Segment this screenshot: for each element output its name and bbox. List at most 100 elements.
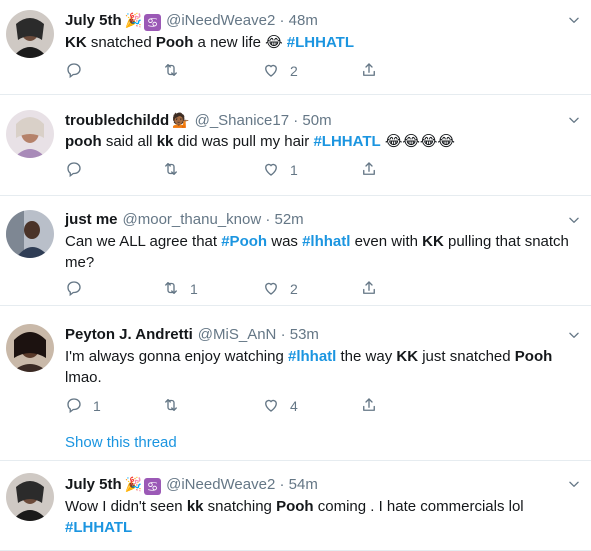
avatar[interactable] xyxy=(6,324,54,372)
share-button[interactable] xyxy=(360,61,378,81)
timestamp[interactable]: 50m xyxy=(302,112,331,129)
text-segment: did was pull my hair xyxy=(173,133,314,150)
zodiac-emoji: ♋ xyxy=(144,478,162,495)
username-handle[interactable]: @MiS_AnN xyxy=(198,326,277,343)
bold-term: Pooh xyxy=(155,34,194,51)
retweet-icon xyxy=(162,160,180,181)
tweet[interactable]: just me @moor_thanu_know · 52m Can we ALL … xyxy=(0,195,591,306)
bold-term: KK xyxy=(65,34,87,51)
chevron-down-icon[interactable] xyxy=(567,113,581,127)
hashtag-link[interactable]: #lhhatl xyxy=(288,348,336,365)
share-icon xyxy=(360,61,378,82)
text-segment: just snatched xyxy=(418,348,515,365)
retweet-icon xyxy=(162,279,180,300)
text-segment: Can we ALL agree that xyxy=(65,233,222,250)
timestamp[interactable]: 53m xyxy=(290,326,319,343)
chevron-down-icon[interactable] xyxy=(567,213,581,227)
tweet-text: I'm always gonna enjoy watching #lhhatl … xyxy=(65,346,571,388)
hashtag-link[interactable]: #lhhatl xyxy=(302,233,350,250)
bold-term: KK xyxy=(396,348,419,365)
hashtag-link[interactable]: #LHHATL xyxy=(287,34,354,51)
like-button[interactable]: 4 xyxy=(262,396,298,416)
like-button[interactable]: 2 xyxy=(262,279,298,299)
bold-term: KK xyxy=(422,233,444,250)
reply-button[interactable] xyxy=(65,61,83,81)
share-button[interactable] xyxy=(360,279,378,299)
avatar[interactable] xyxy=(6,110,54,158)
tweet-text: KK snatched Pooh a new life 😂 #LHHATL xyxy=(65,32,571,53)
share-button[interactable] xyxy=(360,160,378,180)
timestamp[interactable]: 54m xyxy=(289,476,318,493)
name-emoji: 🎉 xyxy=(124,476,143,492)
text-segment: was xyxy=(267,233,303,250)
chevron-down-icon[interactable] xyxy=(567,13,581,27)
avatar[interactable] xyxy=(6,10,54,58)
like-icon xyxy=(262,61,280,82)
username-handle[interactable]: @iNeedWeave2 xyxy=(166,12,275,29)
reply-button[interactable] xyxy=(65,279,83,299)
like-count: 2 xyxy=(290,281,298,297)
separator-dot: · xyxy=(279,12,285,29)
text-segment: Wow I didn't seen xyxy=(65,498,187,515)
text-segment: the way xyxy=(336,348,397,365)
retweet-button[interactable]: 1 xyxy=(162,279,198,299)
like-icon xyxy=(262,160,280,181)
display-name[interactable]: just me xyxy=(65,211,118,228)
display-name[interactable]: Peyton J. Andretti xyxy=(65,326,193,343)
tweet-text: Can we ALL agree that #Pooh was #lhhatl … xyxy=(65,231,571,273)
reply-button[interactable] xyxy=(65,160,83,180)
chevron-down-icon[interactable] xyxy=(567,477,581,491)
share-button[interactable] xyxy=(360,396,378,416)
tweet[interactable]: Peyton J. Andretti @MiS_AnN · 53m I'm alwa… xyxy=(0,305,591,461)
like-button[interactable]: 2 xyxy=(262,61,298,81)
avatar[interactable] xyxy=(6,473,54,521)
bold-term: kk xyxy=(186,498,204,515)
like-button[interactable]: 1 xyxy=(262,160,298,180)
bold-term: Pooh xyxy=(276,498,314,515)
hashtag-link[interactable]: #Pooh xyxy=(221,233,267,250)
username-handle[interactable]: @_Shanice17 xyxy=(195,112,289,129)
username-handle[interactable]: @iNeedWeave2 xyxy=(166,476,275,493)
timestamp[interactable]: 48m xyxy=(289,12,318,29)
separator-dot: · xyxy=(279,476,285,493)
share-icon xyxy=(360,279,378,300)
reply-count: 1 xyxy=(93,398,101,414)
retweet-button[interactable] xyxy=(162,61,180,81)
retweet-icon xyxy=(162,396,180,417)
retweet-icon xyxy=(162,61,180,82)
timestamp[interactable]: 52m xyxy=(275,211,304,228)
share-icon xyxy=(360,396,378,417)
tweet-header: July 5th 🎉 ♋ @iNeedWeave2 · 54m xyxy=(65,474,318,495)
retweet-button[interactable] xyxy=(162,160,180,180)
hashtag-link[interactable]: #LHHATL xyxy=(65,519,132,536)
tweet[interactable]: July 5th 🎉 ♋ @iNeedWeave2 · 54m Wow I didn't… xyxy=(0,460,591,551)
reply-button[interactable]: 1 xyxy=(65,396,101,416)
display-name[interactable]: July 5th xyxy=(65,12,122,29)
username-handle[interactable]: @moor_thanu_know xyxy=(123,211,262,228)
tweet-text: pooh said all kk did was pull my hair #L… xyxy=(65,131,571,152)
text-segment: coming . I hate commercials lol xyxy=(313,498,524,515)
bold-term: pooh xyxy=(65,133,102,150)
like-icon xyxy=(262,396,280,417)
tweet-header: troubledchildd 💁🏾 @_Shanice17 · 50m xyxy=(65,110,332,130)
reply-icon xyxy=(65,160,83,181)
chevron-down-icon[interactable] xyxy=(567,328,581,342)
retweet-button[interactable] xyxy=(162,396,180,416)
separator-dot: · xyxy=(265,211,271,228)
avatar[interactable] xyxy=(6,210,54,258)
display-name[interactable]: July 5th xyxy=(65,476,122,493)
separator-dot: · xyxy=(280,326,286,343)
tweet-actions: 2 xyxy=(65,61,385,81)
tweet[interactable]: July 5th 🎉 ♋ @iNeedWeave2 · 48m KK snatched … xyxy=(0,0,591,95)
tweet-text: Wow I didn't seen kk snatching Pooh comi… xyxy=(65,496,571,538)
name-emoji: 💁🏾 xyxy=(172,112,190,128)
hashtag-link[interactable]: #LHHATL xyxy=(313,133,380,150)
show-thread-link[interactable]: Show this thread xyxy=(65,434,177,451)
bold-term: Pooh xyxy=(514,348,553,365)
separator-dot: · xyxy=(293,112,299,129)
tweet-actions: 14 xyxy=(65,396,385,416)
display-name[interactable]: troubledchildd xyxy=(65,112,169,129)
like-count: 2 xyxy=(290,63,298,79)
tweet[interactable]: troubledchildd 💁🏾 @_Shanice17 · 50m pooh sa… xyxy=(0,94,591,196)
text-segment: said all xyxy=(101,133,157,150)
